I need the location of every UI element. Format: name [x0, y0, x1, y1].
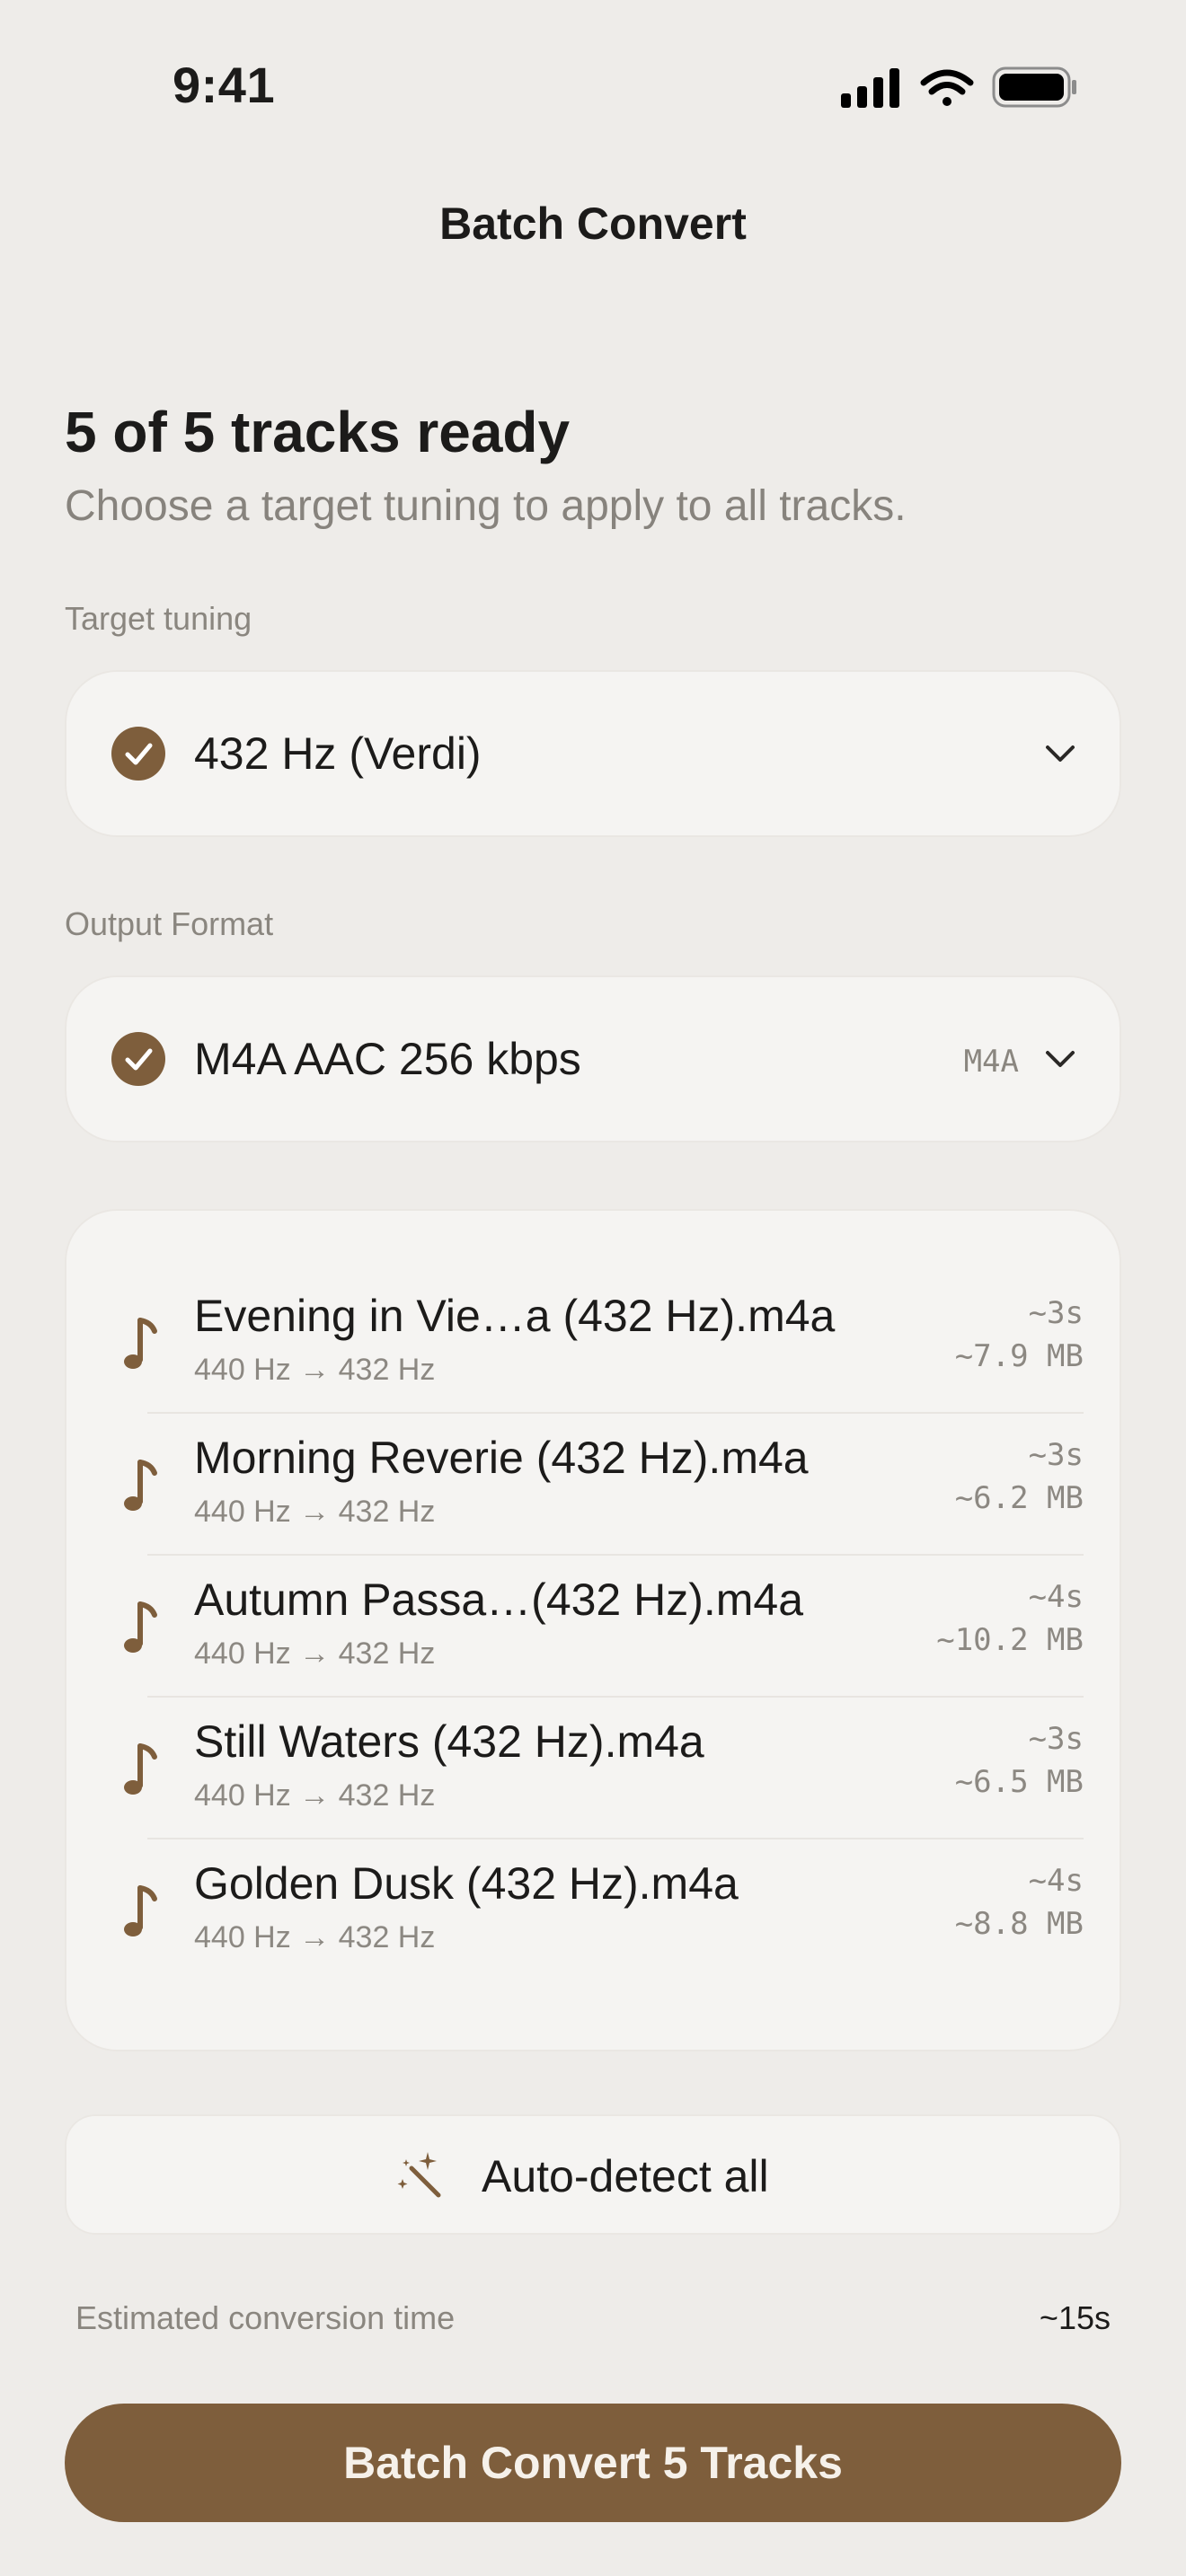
- track-size: ~6.5 MB: [954, 1764, 1084, 1800]
- target-tuning-select[interactable]: 432 Hz (Verdi): [65, 670, 1121, 837]
- track-title: Morning Reverie (432 Hz).m4a: [194, 1433, 809, 1483]
- ready-headline: 5 of 5 tracks ready: [65, 400, 571, 464]
- format-tag: M4A: [963, 1044, 1019, 1080]
- music-note-icon: [124, 1743, 157, 1795]
- music-note-icon: [124, 1601, 157, 1653]
- estimate-label: Estimated conversion time: [75, 2299, 456, 2336]
- track-size: ~6.2 MB: [954, 1480, 1084, 1516]
- checkmark-icon: [111, 1032, 165, 1086]
- cellular-signal-icon: [841, 68, 899, 108]
- magic-wand-icon: [397, 2152, 441, 2198]
- chevron-down-icon: [1046, 745, 1075, 762]
- target-tuning-label: Target tuning: [65, 600, 252, 637]
- estimate-value: ~15s: [1039, 2299, 1111, 2336]
- nav-title: Batch Convert: [439, 198, 747, 249]
- track-time: ~3s: [1028, 1437, 1084, 1473]
- track-time: ~3s: [1028, 1721, 1084, 1757]
- track-row[interactable]: Evening in Vie…a (432 Hz).m4a 440 Hz → 4…: [102, 1272, 1084, 1414]
- track-list: Evening in Vie…a (432 Hz).m4a 440 Hz → 4…: [65, 1209, 1121, 2051]
- auto-detect-label: Auto-detect all: [482, 2151, 769, 2201]
- track-title: Golden Dusk (432 Hz).m4a: [194, 1858, 739, 1909]
- chevron-down-icon: [1046, 1051, 1075, 1067]
- music-note-icon: [124, 1460, 157, 1511]
- checkmark-icon: [111, 727, 165, 781]
- wifi-icon: [920, 69, 974, 106]
- instructions-subhead: Choose a target tuning to apply to all t…: [65, 482, 907, 530]
- track-title: Still Waters (432 Hz).m4a: [194, 1716, 704, 1767]
- track-row[interactable]: Still Waters (432 Hz).m4a 440 Hz → 432 H…: [102, 1698, 1084, 1839]
- track-row[interactable]: Morning Reverie (432 Hz).m4a 440 Hz → 43…: [102, 1414, 1084, 1556]
- auto-detect-button[interactable]: Auto-detect all: [65, 2114, 1121, 2235]
- output-format-value: M4A AAC 256 kbps: [194, 1034, 581, 1084]
- track-time: ~4s: [1028, 1579, 1084, 1615]
- track-row[interactable]: Golden Dusk (432 Hz).m4a 440 Hz → 432 Hz…: [102, 1839, 1084, 1981]
- track-conversion: 440 Hz → 432 Hz: [194, 1920, 436, 1954]
- status-time: 9:41: [173, 57, 276, 113]
- track-conversion: 440 Hz → 432 Hz: [194, 1636, 436, 1671]
- track-title: Evening in Vie…a (432 Hz).m4a: [194, 1291, 836, 1341]
- music-note-icon: [124, 1318, 157, 1369]
- battery-icon: [992, 66, 1076, 108]
- music-note-icon: [124, 1885, 157, 1936]
- batch-convert-button[interactable]: Batch Convert 5 Tracks: [65, 2404, 1121, 2522]
- track-time: ~4s: [1028, 1863, 1084, 1899]
- status-icons: [841, 66, 1076, 108]
- track-conversion: 440 Hz → 432 Hz: [194, 1353, 436, 1387]
- track-size: ~10.2 MB: [936, 1622, 1084, 1658]
- track-conversion: 440 Hz → 432 Hz: [194, 1495, 436, 1529]
- track-title: Autumn Passa…(432 Hz).m4a: [194, 1575, 804, 1625]
- track-size: ~7.9 MB: [954, 1338, 1084, 1374]
- output-format-select[interactable]: M4A AAC 256 kbps M4A: [65, 975, 1121, 1142]
- track-time: ~3s: [1028, 1295, 1084, 1331]
- output-format-label: Output Format: [65, 905, 274, 942]
- track-row[interactable]: Autumn Passa…(432 Hz).m4a 440 Hz → 432 H…: [102, 1556, 1084, 1698]
- track-conversion: 440 Hz → 432 Hz: [194, 1778, 436, 1813]
- target-tuning-value: 432 Hz (Verdi): [194, 728, 482, 779]
- track-size: ~8.8 MB: [954, 1906, 1084, 1942]
